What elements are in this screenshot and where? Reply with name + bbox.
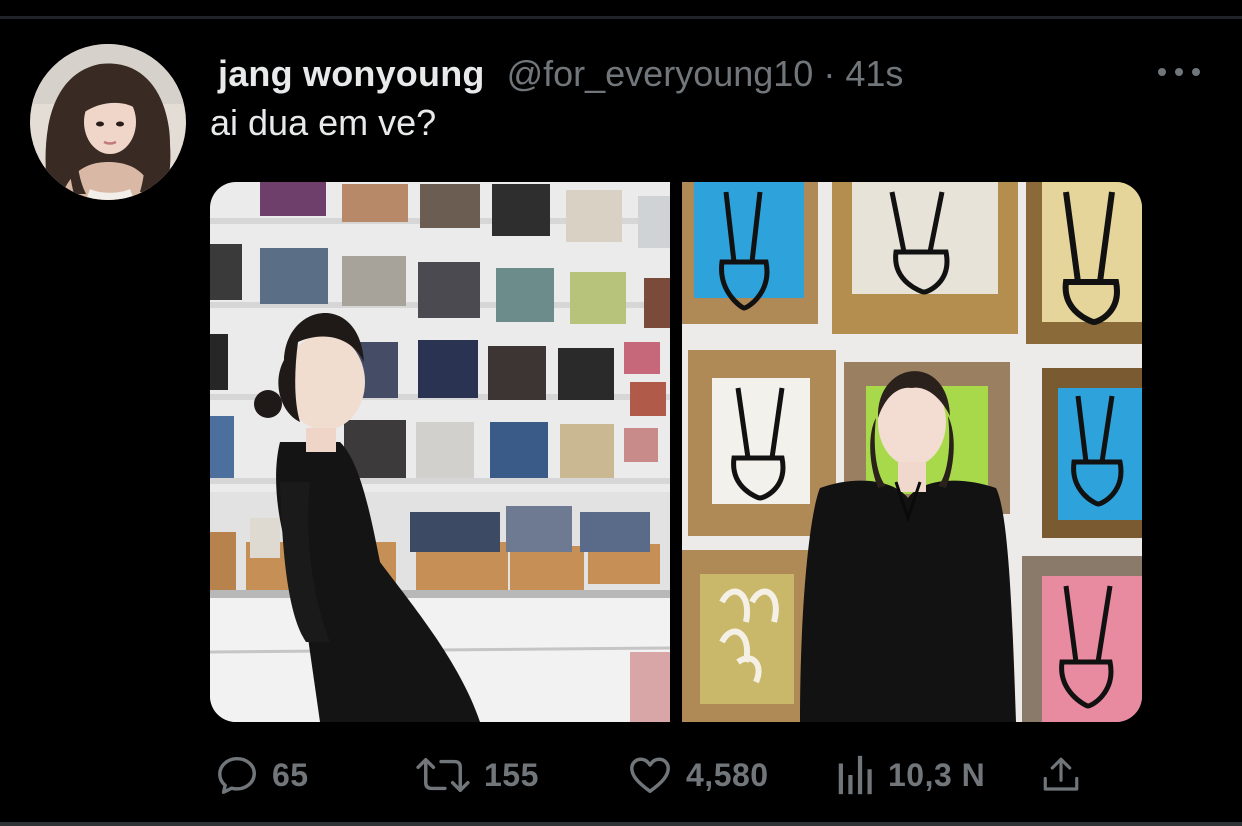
views-icon	[838, 755, 872, 795]
top-divider	[0, 16, 1242, 19]
more-icon	[1158, 68, 1166, 76]
retweet-icon	[416, 757, 470, 793]
like-count: 4,580	[686, 756, 769, 793]
reply-button[interactable]: 65	[214, 748, 309, 802]
avatar[interactable]	[30, 44, 186, 200]
action-bar: 65 155 4,580 10,3 N	[0, 748, 1242, 802]
more-options-button[interactable]	[1158, 60, 1200, 84]
share-button[interactable]	[1040, 748, 1082, 802]
reply-count: 65	[272, 756, 309, 793]
reply-icon	[218, 756, 256, 794]
rabbit-paintings-image	[682, 182, 1142, 722]
author-handle[interactable]: @for_everyoung10	[507, 53, 814, 95]
share-icon	[1043, 757, 1079, 791]
author-name[interactable]: jang wonyoung	[218, 53, 485, 95]
avatar-image	[30, 44, 186, 200]
record-store-image	[210, 182, 670, 722]
tweet-media	[210, 182, 1142, 722]
handle-group: @for_everyoung10 · 41s	[507, 53, 904, 95]
views-count: 10,3 N	[888, 756, 986, 793]
photo-left[interactable]	[210, 182, 670, 722]
tweet-header: jang wonyoung @for_everyoung10 · 41s	[218, 50, 903, 98]
separator-dot: ·	[823, 53, 836, 94]
like-button[interactable]: 4,580	[626, 748, 769, 802]
bottom-divider	[0, 822, 1242, 826]
timestamp[interactable]: 41s	[845, 53, 903, 95]
retweet-button[interactable]: 155	[414, 748, 539, 802]
heart-icon	[630, 757, 670, 794]
more-icon-dot	[1175, 68, 1183, 76]
views-button[interactable]: 10,3 N	[836, 748, 985, 802]
tweet-text: ai dua em ve?	[210, 102, 437, 143]
photo-right[interactable]	[682, 182, 1142, 722]
retweet-count: 155	[484, 756, 539, 793]
more-icon-dot	[1192, 68, 1200, 76]
